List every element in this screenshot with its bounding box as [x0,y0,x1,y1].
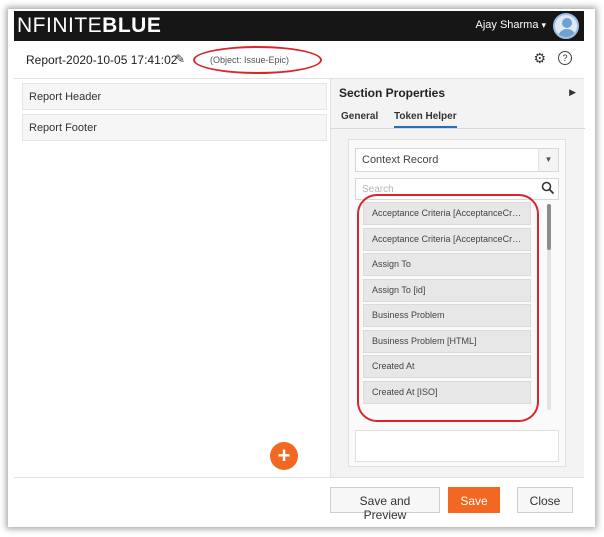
section-properties-panel: Section Properties ▶ General Token Helpe… [330,79,585,477]
chevron-down-icon: ▼ [538,149,558,171]
chevron-down-icon: ▾ [541,20,546,30]
context-record-select[interactable]: Context Record ▼ [355,148,559,172]
search-icon[interactable] [541,181,555,195]
report-title-bar: Report-2020-10-05 17:41:02 ✎ (Object: Is… [14,41,584,79]
user-body-shape [558,29,576,37]
panel-tabs: General Token Helper [331,107,585,129]
sections-pane: Report Header Report Footer + [14,79,330,477]
collapse-arrow-icon[interactable]: ▶ [569,87,576,98]
user-head-shape [562,18,572,28]
gear-icon[interactable]: ⚙ [533,50,546,67]
avatar[interactable] [553,13,579,39]
annotation-ellipse-tokens [357,194,539,422]
panel-title: Section Properties [339,86,446,100]
user-menu[interactable]: Ajay Sharma ▾ [475,19,546,31]
footer-actions: Save and Preview Save Close [14,477,584,522]
add-section-button[interactable]: + [270,442,298,470]
tab-token-helper[interactable]: Token Helper [394,111,457,128]
edit-pencil-icon[interactable]: ✎ [175,52,185,66]
token-helper-box: Context Record ▼ Acceptance Criteria [Ac… [348,139,566,467]
save-and-preview-button[interactable]: Save and Preview [330,487,440,522]
help-icon[interactable]: ? [558,51,572,65]
app-logo[interactable]: NFINITEBLUE [17,14,161,38]
top-bar: NFINITEBLUE Ajay Sharma ▾ [14,11,584,41]
user-name: Ajay Sharma [475,19,539,31]
report-title: Report-2020-10-05 17:41:02 [26,53,178,67]
token-preview-field[interactable] [355,430,559,462]
section-report-header[interactable]: Report Header [22,83,327,110]
close-button[interactable]: Close [517,487,573,513]
context-select-value: Context Record [362,154,439,166]
section-report-footer[interactable]: Report Footer [22,114,327,141]
token-list-scrollbar[interactable] [547,204,551,410]
scrollbar-thumb[interactable] [547,204,551,250]
annotation-ellipse-object [193,46,322,74]
tab-general[interactable]: General [341,111,378,126]
save-button[interactable]: Save [448,487,500,513]
